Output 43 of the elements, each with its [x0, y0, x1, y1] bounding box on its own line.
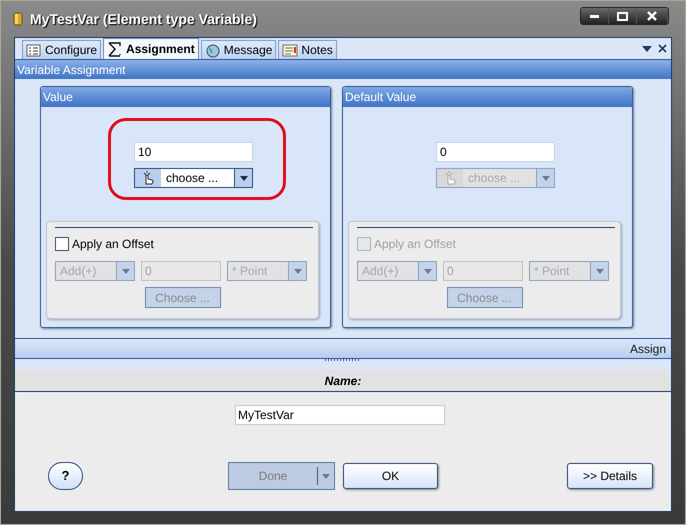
list-icon [26, 42, 42, 58]
note-icon [282, 42, 298, 58]
minimize-button[interactable] [581, 8, 609, 24]
caret-icon [240, 176, 248, 180]
panel-footer-label: Assign [630, 340, 666, 358]
group-title: Value [43, 89, 73, 106]
caret-icon [322, 474, 330, 478]
help-button[interactable]: ? [48, 462, 83, 490]
dropdown[interactable]: choose ... [134, 168, 253, 188]
sigma-icon [107, 42, 124, 56]
details-button[interactable]: >> Details [567, 463, 653, 489]
checkbox-label: Apply an Offset [72, 236, 154, 253]
tab[interactable]: Notes [278, 40, 337, 59]
minimize-icon [590, 14, 599, 18]
name-field[interactable]: MyTestVar [235, 405, 445, 425]
panel-title: Variable Assignment [17, 62, 126, 78]
tab[interactable]: Assignment [103, 38, 199, 59]
section-title: Name: [324, 372, 362, 390]
close-button[interactable] [637, 8, 668, 24]
pointer-icon [142, 171, 154, 185]
dropdown-arrow-icon [642, 44, 652, 52]
checkbox[interactable] [55, 237, 69, 251]
splitter-grip-icon [325, 359, 361, 362]
caret-icon [596, 268, 604, 274]
group-title: Default Value [345, 89, 416, 106]
checkbox-label: Apply an Offset [374, 236, 456, 253]
caret-icon [542, 176, 550, 180]
caret-icon [122, 268, 130, 274]
maximize-button[interactable] [609, 8, 637, 24]
maximize-icon [617, 12, 628, 20]
caret-icon [424, 268, 432, 274]
value-field[interactable]: 0 [436, 142, 555, 162]
pointer-icon [444, 171, 456, 185]
app-icon [13, 12, 23, 26]
close-icon [658, 44, 667, 53]
window-title: MyTestVar (Element type Variable) [30, 10, 257, 29]
ok-button[interactable]: OK [343, 463, 438, 489]
caret-icon [294, 268, 302, 274]
globe-icon [204, 42, 221, 58]
close-icon [647, 11, 657, 21]
tab[interactable]: Configure [22, 40, 102, 59]
tab[interactable]: Message [200, 40, 276, 59]
value-field[interactable]: 10 [134, 142, 253, 162]
